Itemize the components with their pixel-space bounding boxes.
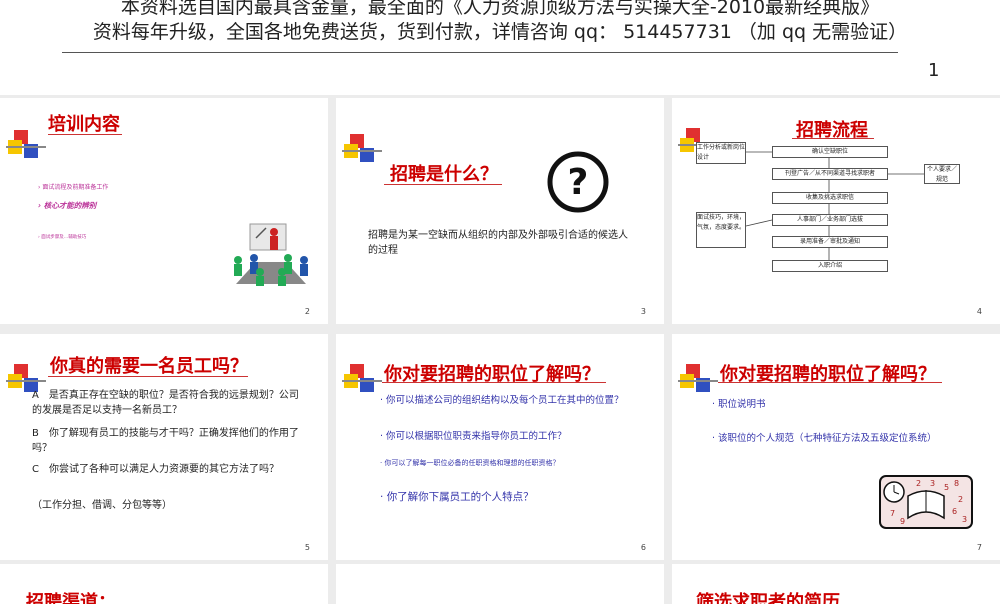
svg-text:3: 3: [930, 479, 935, 488]
list-item: · 你可以根据职位职责来指导你员工的工作？: [380, 431, 567, 442]
svg-text:7: 7: [890, 509, 895, 518]
paragraph: A 是否真正存在空缺的职位？是否符合我的远景规划？公司的发展是否足以支持一名新员…: [32, 390, 299, 416]
slide-6: 你对要招聘的职位了解吗？ · 你可以描述公司的组织结构以及每个员工在其中的位置？…: [336, 334, 664, 560]
deco-blocks-icon: [6, 130, 46, 158]
document-header: 本资料选自国内最具含金量，最全面的《人力资源顶级方法与实操大全-2010最新经典…: [0, 0, 1000, 95]
slide-5: 你真的需要一名员工吗？ A 是否真正存在空缺的职位？是否符合我的远景规划？公司的…: [0, 334, 328, 560]
presenter-clipart-icon: [234, 223, 308, 286]
slide-title: 招聘是什么？: [390, 164, 498, 185]
svg-text:6: 6: [952, 507, 957, 516]
slide-7: 你对要招聘的职位了解吗？ · 职位说明书 · 该职位的个人规范（七种特征方法及五…: [672, 334, 1000, 560]
title-underline: [718, 382, 942, 383]
slide-number: 3: [640, 307, 646, 316]
paragraph: C 你尝试了各种可以满足人力资源要的其它方法了吗？: [32, 464, 279, 475]
slide-8: 招聘渠道：: [0, 564, 328, 604]
header-divider: [62, 52, 898, 53]
deco-blocks-icon: [678, 364, 718, 392]
title-underline: [382, 382, 606, 383]
list-item: · 你可以描述公司的组织结构以及每个员工在其中的位置？: [380, 395, 624, 406]
slide-title: 招聘渠道：: [26, 592, 116, 604]
svg-text:2: 2: [958, 495, 963, 504]
question-mark-icon: ?: [547, 151, 609, 213]
paragraph: （工作分担、借调、分包等等）: [32, 500, 172, 511]
title-underline: [48, 134, 122, 135]
slide-10: 筛选求职者的简历: [672, 564, 1000, 604]
slide-number: 5: [304, 543, 310, 552]
slide-title: 筛选求职者的简历: [696, 592, 840, 604]
list-item: › 面试步骤及…辅助技巧: [38, 235, 87, 240]
svg-text:3: 3: [962, 515, 967, 524]
list-item: › 面试流程及前期准备工作: [38, 184, 109, 191]
flow-arrows: [745, 151, 924, 260]
deco-blocks-icon: [342, 134, 382, 162]
paragraph: B 你了解现有员工的技能与才干吗？正确发挥他们的作用了吗？: [32, 428, 299, 454]
svg-text:?: ?: [568, 162, 589, 203]
list-item: · 该职位的个人规范（七种特征方法及五级定位系统）: [712, 433, 937, 444]
list-item: · 职位说明书: [712, 399, 766, 410]
svg-text:8: 8: [954, 479, 959, 488]
slide-body: 招聘是为某一空缺而从组织的内部及外部吸引合适的候选人的过程: [368, 230, 628, 256]
header-line-2: 资料每年升级，全国各地免费送货，货到付款，详情咨询 qq： 514457731 …: [92, 21, 908, 43]
slide-3: 招聘是什么？ ? 招聘是为某一空缺而从组织的内部及外部吸引合适的候选人的过程 3: [336, 98, 664, 324]
slide-number: 6: [640, 543, 646, 552]
list-item: › 核心才能的辨别: [38, 201, 97, 210]
slide-4: 招聘流程 工作分析或新岗位设计 确认空缺职位 刊登广告／从不同渠道寻找求职者 个…: [672, 98, 1000, 324]
list-item: · 你可以了解每一职位必备的任职资格和理想的任职资格？: [380, 459, 560, 467]
slide-title: 你真的需要一名员工吗？: [50, 356, 248, 377]
list-item: · 你了解你下属员工的个人特点？: [380, 491, 534, 503]
clock-books-clipart-icon: 235 826 379: [879, 475, 973, 529]
deco-blocks-icon: [342, 364, 382, 392]
title-underline: [48, 376, 248, 377]
slide-number: 7: [976, 543, 982, 552]
title-underline: [384, 184, 502, 185]
svg-text:9: 9: [900, 517, 905, 526]
svg-text:2: 2: [916, 479, 921, 488]
slide-number: 2: [304, 307, 310, 316]
slide-title: 培训内容: [48, 114, 120, 135]
slide-number: 4: [976, 307, 982, 316]
svg-text:5: 5: [944, 483, 949, 492]
page-number: 1: [928, 60, 940, 81]
slide-2: 培训内容 › 面试流程及前期准备工作 › 核心才能的辨别 › 面试步骤及…辅助技…: [0, 98, 328, 324]
slide-9: [336, 564, 664, 604]
